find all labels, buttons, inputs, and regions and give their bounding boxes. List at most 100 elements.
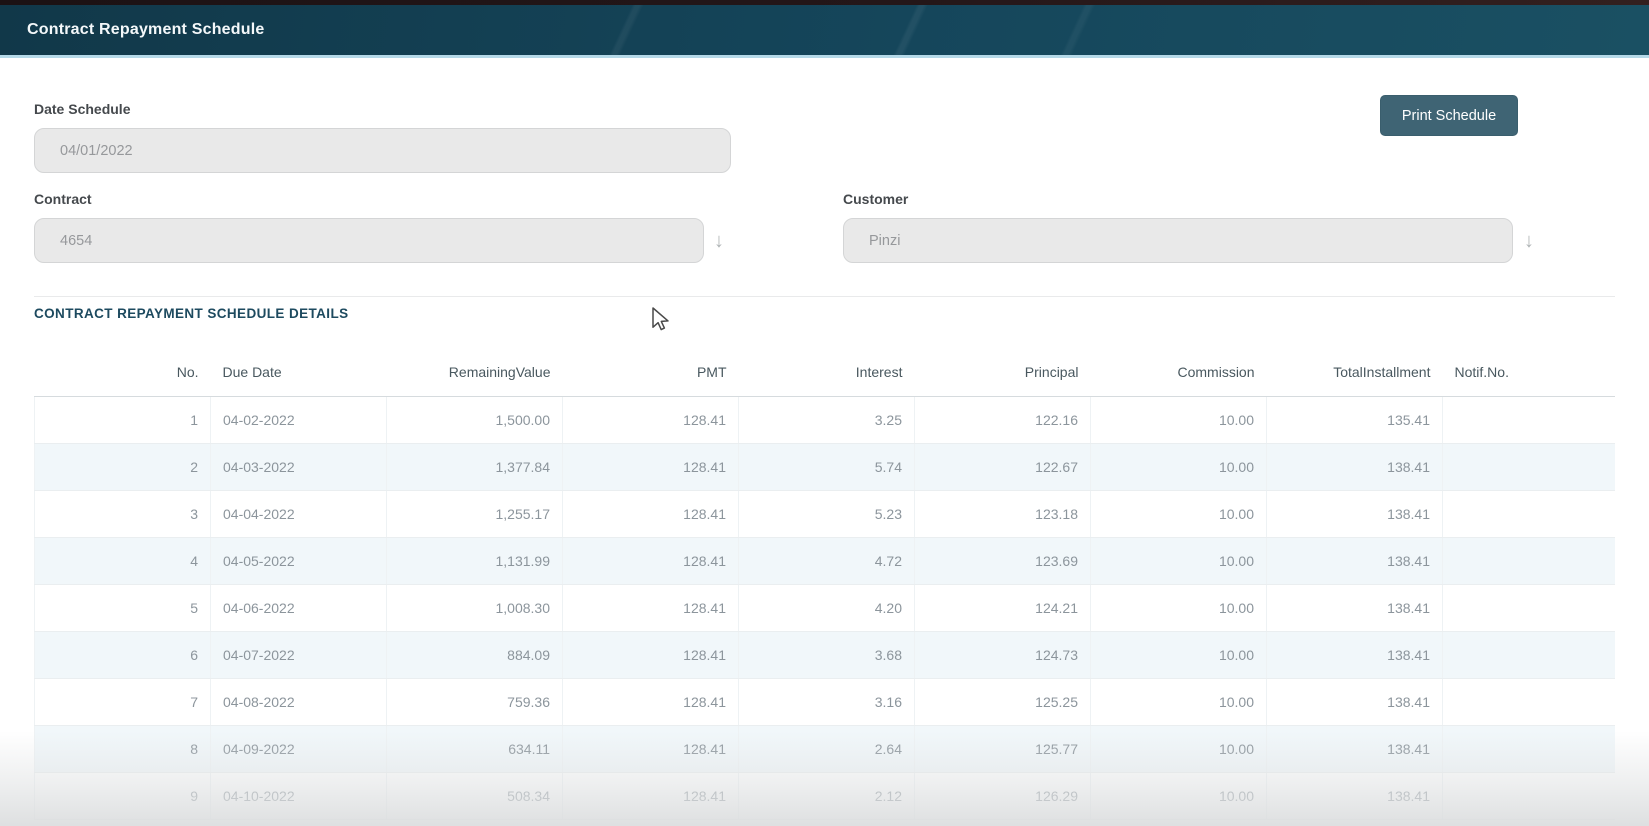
mouse-cursor-icon (648, 306, 674, 334)
table-cell: 3.25 (739, 396, 915, 443)
table-cell: 4.72 (739, 537, 915, 584)
table-cell: 3.16 (739, 678, 915, 725)
table-cell: 5 (35, 584, 211, 631)
table-cell: 5.23 (739, 490, 915, 537)
table-cell (1443, 772, 1616, 819)
table-cell: 9 (35, 772, 211, 819)
customer-label: Customer (843, 191, 908, 207)
table-cell: 128.41 (563, 772, 739, 819)
table-cell: 10.00 (1091, 396, 1267, 443)
table-cell: 122.67 (915, 443, 1091, 490)
schedule-table-container: No.Due DateRemainingValuePMTInterestPrin… (34, 348, 1615, 826)
contract-field[interactable] (34, 218, 704, 263)
table-cell: 128.41 (563, 678, 739, 725)
table-cell: 138.41 (1267, 490, 1443, 537)
column-header-commission: Commission (1091, 348, 1267, 396)
details-section-title: CONTRACT REPAYMENT SCHEDULE DETAILS (34, 306, 349, 321)
table-row: 804-09-2022634.11128.412.64125.7710.0013… (35, 725, 1616, 772)
table-cell: 123.18 (915, 490, 1091, 537)
table-cell: 3 (35, 490, 211, 537)
table-cell: 123.69 (915, 537, 1091, 584)
date-schedule-field[interactable] (34, 128, 731, 173)
table-cell: 1,255.17 (387, 490, 563, 537)
table-cell: 2.12 (739, 772, 915, 819)
table-cell: 138.41 (1267, 678, 1443, 725)
date-schedule-label: Date Schedule (34, 101, 130, 117)
table-cell: 122.16 (915, 396, 1091, 443)
table-cell: 138.41 (1267, 631, 1443, 678)
table-cell: 759.36 (387, 678, 563, 725)
table-cell: 124.21 (915, 584, 1091, 631)
table-cell: 1 (35, 396, 211, 443)
table-cell: 634.11 (387, 725, 563, 772)
table-cell: 1,131.99 (387, 537, 563, 584)
table-cell: 138.41 (1267, 725, 1443, 772)
table-cell: 138.41 (1267, 443, 1443, 490)
table-row: 404-05-20221,131.99128.414.72123.6910.00… (35, 537, 1616, 584)
table-cell: 3.68 (739, 631, 915, 678)
table-cell: 04-04-2022 (211, 490, 387, 537)
table-cell: 128.41 (563, 631, 739, 678)
column-header-principal: Principal (915, 348, 1091, 396)
column-header-notif-no: Notif.No. (1443, 348, 1616, 396)
table-cell: 10.00 (1091, 537, 1267, 584)
table-cell: 7 (35, 678, 211, 725)
table-row: 504-06-20221,008.30128.414.20124.2110.00… (35, 584, 1616, 631)
table-cell: 2.64 (739, 725, 915, 772)
table-cell (1443, 725, 1616, 772)
table-cell: 10.00 (1091, 631, 1267, 678)
customer-dropdown-arrow-icon[interactable]: ↓ (1516, 228, 1542, 254)
table-cell: 10.00 (1091, 584, 1267, 631)
table-cell: 10.00 (1091, 490, 1267, 537)
table-cell: 10.00 (1091, 443, 1267, 490)
table-cell: 2 (35, 443, 211, 490)
header-underline (0, 55, 1649, 58)
column-header-pmt: PMT (563, 348, 739, 396)
table-cell (1443, 396, 1616, 443)
table-cell: 125.77 (915, 725, 1091, 772)
table-row: 204-03-20221,377.84128.415.74122.6710.00… (35, 443, 1616, 490)
table-cell: 128.41 (563, 490, 739, 537)
customer-field[interactable] (843, 218, 1513, 263)
table-cell: 04-09-2022 (211, 725, 387, 772)
table-cell: 128.41 (563, 443, 739, 490)
table-cell: 5.74 (739, 443, 915, 490)
table-cell (1443, 631, 1616, 678)
table-cell: 04-05-2022 (211, 537, 387, 584)
table-cell: 4 (35, 537, 211, 584)
table-cell: 508.34 (387, 772, 563, 819)
table-cell (1443, 490, 1616, 537)
table-cell: 138.41 (1267, 537, 1443, 584)
table-cell: 1,377.84 (387, 443, 563, 490)
table-cell: 1,500.00 (387, 396, 563, 443)
page: Contract Repayment Schedule Date Schedul… (0, 0, 1649, 826)
table-cell: 128.41 (563, 537, 739, 584)
table-row: 304-04-20221,255.17128.415.23123.1810.00… (35, 490, 1616, 537)
table-cell: 04-02-2022 (211, 396, 387, 443)
table-cell: 884.09 (387, 631, 563, 678)
table-cell: 124.73 (915, 631, 1091, 678)
table-cell: 04-07-2022 (211, 631, 387, 678)
table-cell: 04-03-2022 (211, 443, 387, 490)
table-cell (1443, 584, 1616, 631)
table-cell: 128.41 (563, 725, 739, 772)
table-cell (1443, 537, 1616, 584)
table-cell: 8 (35, 725, 211, 772)
column-header-remainingvalue: RemainingValue (387, 348, 563, 396)
contract-label: Contract (34, 191, 92, 207)
table-body: 104-02-20221,500.00128.413.25122.1610.00… (35, 396, 1616, 819)
table-cell: 4.20 (739, 584, 915, 631)
table-cell: 10.00 (1091, 725, 1267, 772)
table-cell: 04-06-2022 (211, 584, 387, 631)
table-cell: 125.25 (915, 678, 1091, 725)
table-cell: 135.41 (1267, 396, 1443, 443)
print-schedule-button[interactable]: Print Schedule (1380, 95, 1518, 136)
table-cell: 138.41 (1267, 772, 1443, 819)
column-header-totalinstallment: TotalInstallment (1267, 348, 1443, 396)
schedule-table: No.Due DateRemainingValuePMTInterestPrin… (34, 348, 1615, 820)
table-row: 104-02-20221,500.00128.413.25122.1610.00… (35, 396, 1616, 443)
table-header-row: No.Due DateRemainingValuePMTInterestPrin… (35, 348, 1616, 396)
contract-dropdown-arrow-icon[interactable]: ↓ (706, 228, 732, 254)
table-cell: 04-08-2022 (211, 678, 387, 725)
app-header: Contract Repayment Schedule (0, 0, 1649, 58)
